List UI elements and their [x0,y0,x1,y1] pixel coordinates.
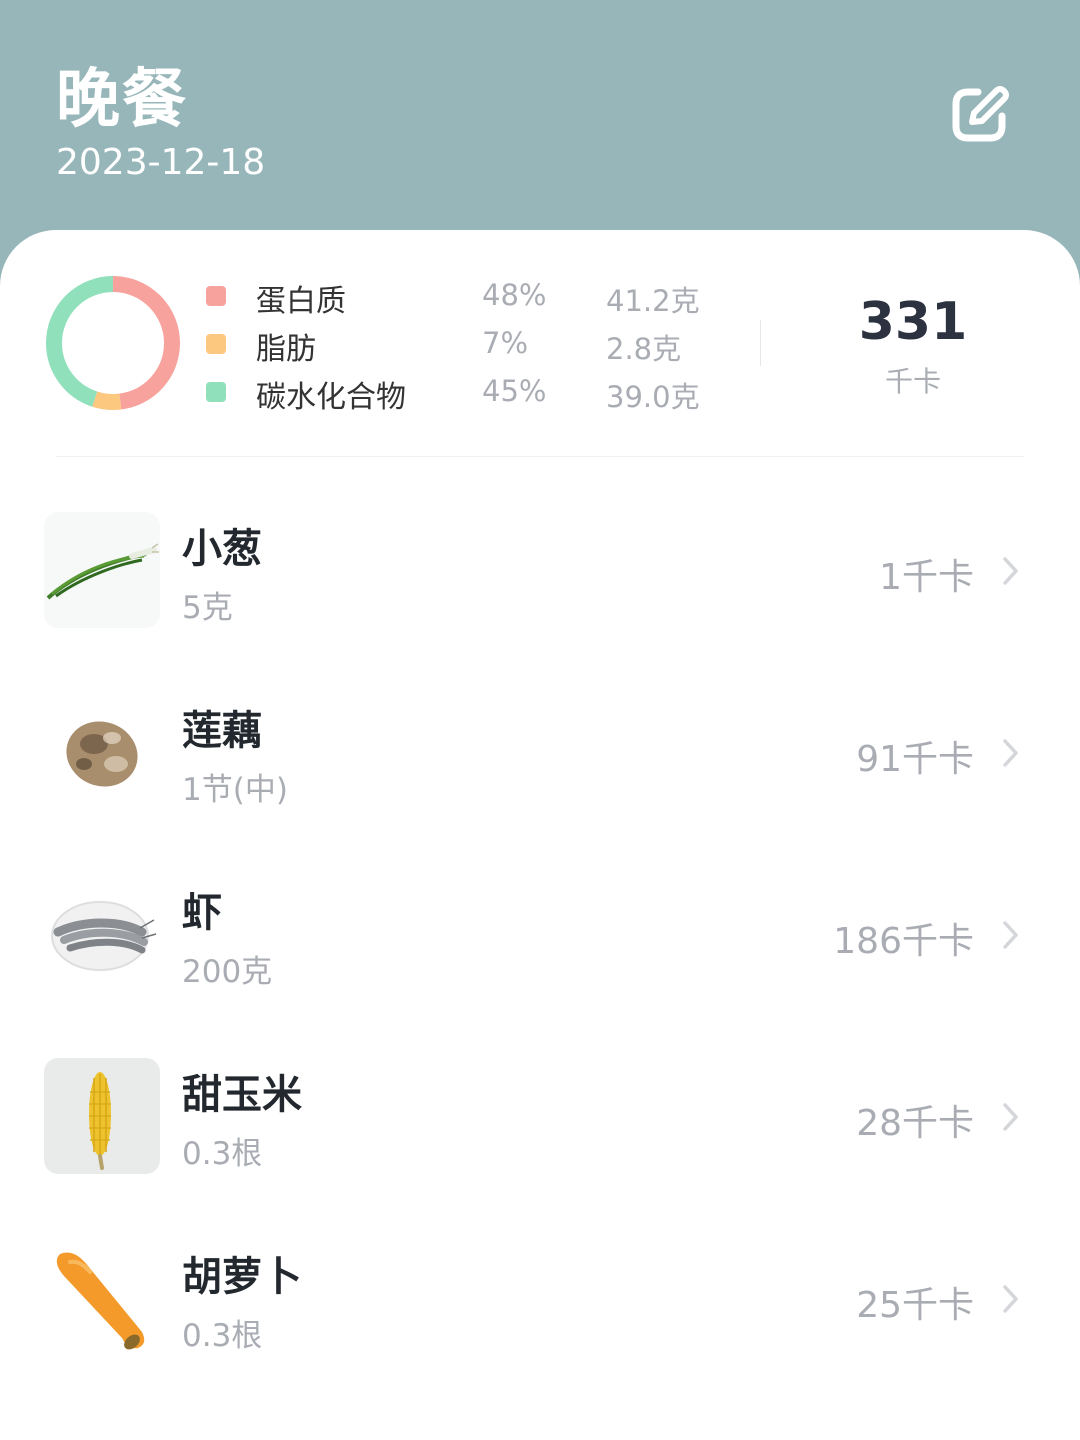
food-calories: 1千卡 [879,557,974,598]
food-calories: 28千卡 [856,1103,974,1144]
food-name: 莲藕 [182,708,262,754]
meal-date: 2023-12-18 [56,142,266,183]
total-calories-unit: 千卡 [884,365,941,398]
food-name: 甜玉米 [182,1072,302,1118]
protein-grams: 41.2克 [606,284,700,318]
total-calories: 331 [858,292,968,352]
fat-percent: 7% [482,326,529,360]
food-amount: 5克 [182,590,233,626]
page-title: 晚餐 [56,63,188,137]
shrimp-image [44,876,160,992]
protein-label: 蛋白质 [256,284,346,319]
food-calories: 91千卡 [856,739,974,780]
meal-sheet: 蛋白质 48% 41.2克 脂肪 7% 2.8克 碳水化合物 45% 39.0克… [0,230,1080,1440]
lotus-root-image [44,694,160,810]
protein-percent: 48% [482,278,547,312]
food-item-sweet-corn[interactable]: 甜玉米 0.3根 28千卡 [0,1044,1080,1226]
chevron-right-icon [1003,739,1018,767]
food-amount: 200克 [182,954,273,990]
carrot-image [44,1240,160,1356]
carbs-percent: 45% [482,374,547,408]
protein-legend-dot [206,286,226,306]
chevron-right-icon [1003,921,1018,949]
food-calories: 186千卡 [833,921,974,962]
food-item-scallion[interactable]: 小葱 5克 1千卡 [0,498,1080,680]
food-name: 虾 [182,890,222,936]
chevron-right-icon [1003,1103,1018,1131]
macro-donut-chart [46,276,180,410]
fat-legend-dot [206,334,226,354]
food-item-shrimp[interactable]: 虾 200克 186千卡 [0,862,1080,1044]
food-name: 小葱 [182,526,262,572]
summary-divider [760,320,761,366]
food-list: 小葱 5克 1千卡 莲藕 1节(中) 91千卡 虾 200克 186千卡 甜玉米… [0,498,1080,1408]
carbs-grams: 39.0克 [606,380,700,414]
sweet-corn-image [44,1058,160,1174]
food-amount: 0.3根 [182,1136,263,1172]
food-amount: 1节(中) [182,772,288,808]
carbs-label: 碳水化合物 [256,380,406,415]
food-amount: 0.3根 [182,1318,263,1354]
edit-square-icon [952,86,1009,142]
nutrition-summary: 蛋白质 48% 41.2克 脂肪 7% 2.8克 碳水化合物 45% 39.0克… [0,230,1080,458]
edit-button[interactable] [948,82,1014,148]
food-item-lotus-root[interactable]: 莲藕 1节(中) 91千卡 [0,680,1080,862]
chevron-right-icon [1003,557,1018,585]
header: 晚餐 2023-12-18 [0,0,1080,260]
carbs-legend-dot [206,382,226,402]
food-item-carrot[interactable]: 胡萝卜 0.3根 25千卡 [0,1226,1080,1408]
fat-grams: 2.8克 [606,332,682,366]
fat-label: 脂肪 [256,332,316,367]
food-name: 胡萝卜 [182,1254,302,1300]
scallion-image [44,512,160,628]
chevron-right-icon [1003,1285,1018,1313]
food-calories: 25千卡 [856,1285,974,1326]
section-divider [56,456,1024,457]
